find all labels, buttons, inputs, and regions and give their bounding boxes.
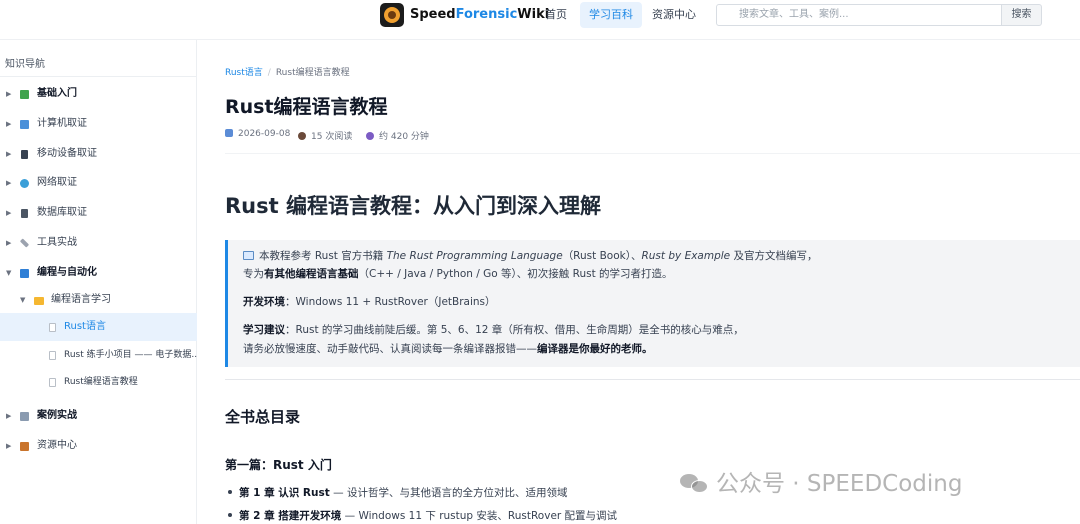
list-item: 第 2 章 搭建开发环境 — Windows 11 下 rustup 安装、Ru… [225,508,617,523]
sidebar-item-label: Rust编程语言教程 [64,377,138,387]
breadcrumb-separator: / [267,68,271,78]
doc-icon [49,351,56,360]
resource-icon [20,442,29,451]
logo-icon[interactable] [380,3,404,27]
chevron-right-icon[interactable]: ▶ [6,432,11,460]
sidebar-item-label: Rust 练手小项目 —— 电子数据... [64,350,200,360]
breadcrumb: Rust语言 / Rust编程语言教程 [225,65,350,78]
chevron-right-icon[interactable]: ▶ [6,229,11,257]
sidebar-item-basics[interactable]: ▶ 基础入门 [0,80,197,108]
code-icon [20,269,29,278]
chevron-right-icon[interactable]: ▶ [6,199,11,227]
chevron-down-icon[interactable]: ▼ [20,286,25,314]
chevron-right-icon[interactable]: ▶ [6,110,11,138]
breadcrumb-current: Rust编程语言教程 [275,68,350,78]
divider [225,379,1080,380]
globe-icon [20,179,29,188]
quote-advice: 学习建议：Rust 的学习曲线前陡后缓。第 5、6、12 章（所有权、借用、生命… [243,324,744,336]
nav-resources[interactable]: 资源中心 [643,2,705,28]
divider [0,76,197,77]
nav-home[interactable]: 首页 [536,2,576,28]
sidebar-item-rust-language[interactable]: Rust语言 [0,313,197,341]
sidebar-item-mobile-forensics[interactable]: ▶ 移动设备取证 [0,140,197,168]
meta-reads: 15 次阅读 [298,129,352,142]
top-bar: SpeedForensicWiki 首页 学习百科 资源中心 搜索文章、工具、案… [0,0,1080,40]
list-item: 第 1 章 认识 Rust — 设计哲学、与其他语言的全方位对比、适用领域 [225,485,567,500]
sidebar-item-network-forensics[interactable]: ▶ 网络取证 [0,169,197,197]
brand-name[interactable]: SpeedForensicWiki [410,7,549,22]
toc-heading: 全书总目录 [225,408,301,426]
sidebar-item-label: 计算机取证 [37,118,87,129]
eye-icon [298,132,306,140]
chevron-right-icon[interactable]: ▶ [6,140,11,168]
sidebar-item-label: 数据库取证 [37,207,87,218]
quote-line: 专为有其他编程语言基础（C++ / Java / Python / Go 等）、… [243,268,673,280]
article-heading: Rust 编程语言教程：从入门到深入理解 [225,194,601,218]
quote-line: 请务必放慢速度、动手敲代码、认真阅读每一条编译器报错——编译器是你最好的老师。 [243,343,653,355]
sidebar-item-label: 网络取证 [37,177,77,188]
wechat-icon [680,472,710,494]
breadcrumb-link[interactable]: Rust语言 [225,68,263,78]
nav-learning-wiki[interactable]: 学习百科 [580,2,642,28]
open-book-icon [243,251,254,260]
search-button[interactable]: 搜索 [1001,4,1042,26]
tools-icon [19,238,30,248]
stopwatch-icon [366,132,374,140]
sidebar-item-database-forensics[interactable]: ▶ 数据库取证 [0,199,197,227]
bullet [228,513,232,517]
quote-dev-env: 开发环境：Windows 11 + RustRover（JetBrains） [243,296,496,308]
doc-icon [49,323,56,332]
database-icon [21,209,28,218]
sidebar: 知识导航 ▶ 基础入门 ▶ 计算机取证 ▶ 移动设备取证 ▶ 网络取证 ▶ 数据… [0,40,200,524]
sidebar-item-label: 移动设备取证 [37,148,97,159]
page-title: Rust编程语言教程 [225,96,388,118]
meta-date: 2026-09-08 [225,129,290,139]
sidebar-item-label: Rust语言 [64,321,106,332]
phone-icon [21,150,28,159]
calendar-icon [225,129,233,137]
search-input[interactable]: 搜索文章、工具、案例... [716,4,1002,26]
sidebar-item-resources[interactable]: ▶ 资源中心 [0,432,197,460]
doc-icon [49,378,56,387]
sidebar-title: 知识导航 [5,59,45,70]
sidebar-item-computer-forensics[interactable]: ▶ 计算机取证 [0,110,197,138]
quote-line: 本教程参考 Rust 官方书籍 The Rust Programming Lan… [243,248,817,263]
computer-icon [20,120,29,129]
chevron-right-icon[interactable]: ▶ [6,80,11,108]
sidebar-item-label: 案例实战 [37,410,77,421]
sidebar-item-tools[interactable]: ▶ 工具实战 [0,229,197,257]
books-icon [20,90,29,99]
divider [225,153,1080,154]
sidebar-item-programming[interactable]: ▼ 编程与自动化 [0,259,197,287]
watermark: 公众号 · SPEEDCoding [680,464,962,498]
bullet [228,490,232,494]
case-icon [20,412,29,421]
chevron-right-icon[interactable]: ▶ [6,402,11,430]
folder-icon [34,297,44,305]
sidebar-item-label: 编程与自动化 [37,267,97,278]
meta-duration: 约 420 分钟 [366,129,429,142]
sidebar-item-label: 基础入门 [37,88,77,99]
chevron-down-icon[interactable]: ▼ [6,259,11,287]
part-heading: 第一篇：Rust 入门 [225,458,332,472]
sidebar-item-label: 编程语言学习 [51,294,111,305]
sidebar-item-rust-tutorial[interactable]: Rust编程语言教程 [0,368,197,396]
sidebar-item-rust-project[interactable]: Rust 练手小项目 —— 电子数据... [0,341,200,369]
sidebar-item-label: 工具实战 [37,237,77,248]
sidebar-item-language-learning[interactable]: ▼ 编程语言学习 [0,286,197,314]
chevron-right-icon[interactable]: ▶ [6,169,11,197]
sidebar-item-label: 资源中心 [37,440,77,451]
main-content: Rust语言 / Rust编程语言教程 Rust编程语言教程 2026-09-08 … [198,40,1080,524]
sidebar-item-cases[interactable]: ▶ 案例实战 [0,402,197,430]
intro-blockquote: 本教程参考 Rust 官方书籍 The Rust Programming Lan… [225,240,1080,367]
